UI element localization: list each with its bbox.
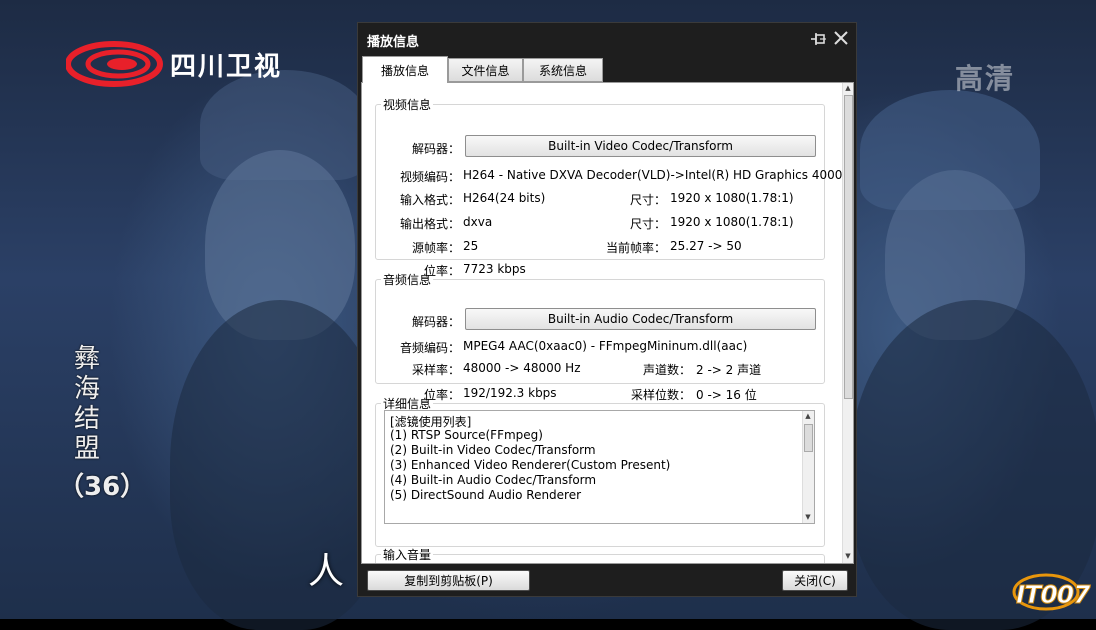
video-decoder-label: 解码器： [412,142,461,156]
video-decoder-button[interactable]: Built-in Video Codec/Transform [465,135,816,157]
tab-file-info[interactable]: 文件信息 [448,58,523,82]
output-size-value: 1920 x 1080(1.78:1) [670,215,794,229]
tab-content-scroll-area: 视频信息 解码器： Built-in Video Codec/Transform… [362,83,842,563]
scroll-up-arrow-icon[interactable]: ▲ [843,83,853,94]
list-item: (4) Built-in Audio Codec/Transform [390,473,597,487]
scroll-up-arrow-icon[interactable]: ▲ [803,411,813,421]
input-size-label: 尺寸： [630,193,667,207]
video-codec-label: 视频编码： [400,170,461,184]
content-scrollbar[interactable]: ▲ ▼ [842,83,853,563]
input-size-value: 1920 x 1080(1.78:1) [670,191,794,205]
drama-title: 彝海结盟 [74,344,101,464]
source-fps-label: 源帧率： [412,241,461,255]
scroll-down-arrow-icon[interactable]: ▼ [803,512,813,522]
input-format-value: H264(24 bits) [463,191,546,205]
audio-decoder-label: 解码器： [412,315,461,329]
output-size-label: 尺寸： [630,217,667,231]
audio-info-legend: 音频信息 [383,273,432,287]
channel-logo-icon [66,41,163,87]
video-info-legend: 视频信息 [383,98,432,112]
close-icon[interactable] [832,29,850,47]
channel-logo: 四川卫视 [66,40,282,88]
tab-playback-info[interactable]: 播放信息 [362,56,448,83]
input-volume-legend: 输入音量 [383,548,432,562]
pin-icon[interactable] [810,30,828,48]
input-volume-group: 输入音量 [375,546,825,563]
channel-logo-text: 四川卫视 [170,51,283,82]
filter-list-box[interactable]: [滤镜使用列表] (1) RTSP Source(FFmpeg) (2) Bui… [384,410,815,524]
tab-system-info[interactable]: 系统信息 [523,58,603,82]
list-item: (5) DirectSound Audio Renderer [390,488,582,502]
sample-rate-label: 采样率： [412,363,461,377]
list-item: (2) Built-in Video Codec/Transform [390,443,596,457]
filter-list-scrollbar[interactable]: ▲ ▼ [802,411,814,523]
current-fps-label: 当前帧率： [606,241,667,255]
current-fps-value: 25.27 -> 50 [670,239,742,253]
scroll-thumb[interactable] [804,424,813,452]
audio-decoder-button[interactable]: Built-in Audio Codec/Transform [465,308,816,330]
source-fps-value: 25 [463,239,479,253]
drama-episode: （36） [58,472,147,502]
hd-badge: 高清 [955,62,1016,95]
copy-to-clipboard-button[interactable]: 复制到剪贴板(P) [367,570,530,591]
audio-codec-label: 音频编码： [400,341,461,355]
sample-rate-value: 48000 -> 48000 Hz [463,361,581,375]
audio-codec-value: MPEG4 AAC(0xaac0) - FFmpegMininum.dll(aa… [463,339,748,353]
watermark-text: IT007 [1016,580,1092,610]
list-item: (1) RTSP Source(FFmpeg) [390,428,543,442]
video-subtitle: 人 [308,551,345,592]
input-format-label: 输入格式： [400,193,461,207]
close-button[interactable]: 关闭(C) [782,570,848,591]
video-codec-value: H264 - Native DXVA Decoder(VLD)->Intel(R… [463,168,843,182]
list-item: (3) Enhanced Video Renderer(Custom Prese… [390,458,671,472]
dialog-title: 播放信息 [367,35,420,50]
output-format-value: dxva [463,215,493,229]
output-format-label: 输出格式： [400,217,461,231]
channels-label: 声道数： [643,363,692,377]
dialog-titlebar[interactable]: 播放信息 [358,23,856,55]
scroll-down-arrow-icon[interactable]: ▼ [843,551,853,562]
channels-value: 2 -> 2 声道 [696,363,762,377]
tab-content-panel: 视频信息 解码器： Built-in Video Codec/Transform… [361,82,854,564]
tab-strip: 播放信息 文件信息 系统信息 [361,56,854,83]
playback-info-dialog: 播放信息 播放信息 文件信息 系统信息 视频信息 解码器： Built-in V… [357,22,857,597]
scroll-thumb[interactable] [844,95,853,399]
